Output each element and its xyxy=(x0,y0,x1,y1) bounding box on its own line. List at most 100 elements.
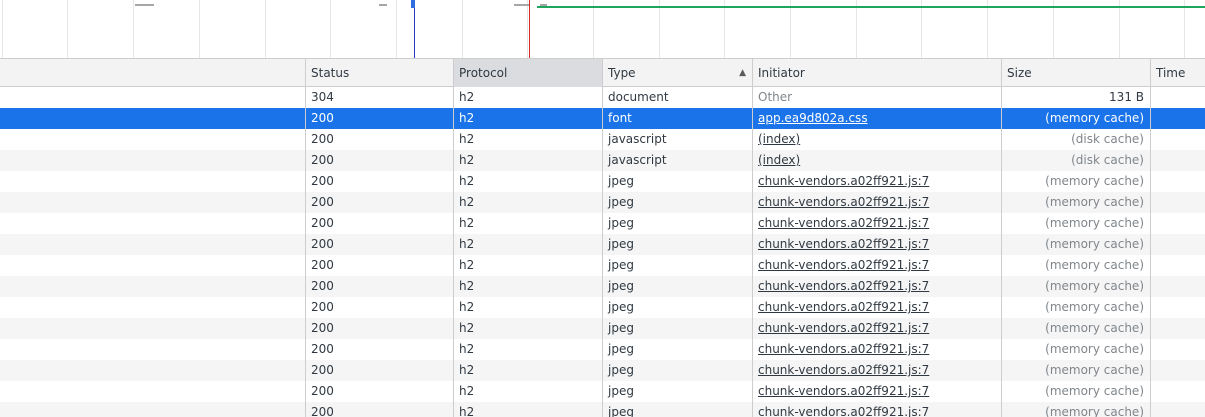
cell-initiator: (index) xyxy=(753,129,1001,150)
cell-size: (memory cache) xyxy=(1045,342,1144,356)
cell-type: jpeg xyxy=(608,216,634,230)
initiator-link[interactable]: chunk-vendors.a02ff921.js:7 xyxy=(758,237,929,251)
initiator-link[interactable]: chunk-vendors.a02ff921.js:7 xyxy=(758,405,929,417)
cell-type: font xyxy=(608,111,632,125)
cell-name xyxy=(0,87,305,108)
cell-size: (memory cache) xyxy=(1045,321,1144,335)
cell-name xyxy=(0,276,305,297)
cell-size: 131 B xyxy=(1109,90,1144,104)
initiator-link[interactable]: (index) xyxy=(758,132,800,146)
cell-time xyxy=(1151,297,1205,318)
cell-type: javascript xyxy=(608,153,667,167)
cell-initiator: chunk-vendors.a02ff921.js:7 xyxy=(753,213,1001,234)
cell-initiator: chunk-vendors.a02ff921.js:7 xyxy=(753,318,1001,339)
request-bar xyxy=(537,6,1205,8)
initiator-link[interactable]: chunk-vendors.a02ff921.js:7 xyxy=(758,258,929,272)
cell-name xyxy=(0,234,305,255)
cell-type: jpeg xyxy=(608,195,634,209)
dom-content-loaded-marker xyxy=(414,0,415,58)
cell-name xyxy=(0,213,305,234)
cell-name xyxy=(0,297,305,318)
cell-protocol: h2 xyxy=(459,90,475,104)
cell-size: (memory cache) xyxy=(1045,405,1144,417)
cell-status: 200 xyxy=(311,405,334,417)
cell-size: (memory cache) xyxy=(1045,258,1144,272)
cell-protocol: h2 xyxy=(459,321,475,335)
column-header-time[interactable]: Time xyxy=(1151,59,1205,87)
cell-size: (disk cache) xyxy=(1071,153,1144,167)
sort-ascending-icon: ▲ xyxy=(739,68,746,78)
request-bar xyxy=(411,0,415,8)
initiator-link[interactable]: chunk-vendors.a02ff921.js:7 xyxy=(758,279,929,293)
cell-status: 200 xyxy=(311,132,334,146)
cell-size: (memory cache) xyxy=(1045,216,1144,230)
cell-name xyxy=(0,192,305,213)
cell-size: (disk cache) xyxy=(1071,132,1144,146)
initiator-link[interactable]: chunk-vendors.a02ff921.js:7 xyxy=(758,216,929,230)
cell-size: (memory cache) xyxy=(1045,384,1144,398)
cell-status: 200 xyxy=(311,111,334,125)
cell-protocol: h2 xyxy=(459,132,475,146)
cell-type: jpeg xyxy=(608,405,634,417)
cell-type: jpeg xyxy=(608,174,634,188)
cell-time xyxy=(1151,276,1205,297)
cell-time xyxy=(1151,129,1205,150)
cell-time xyxy=(1151,402,1205,417)
column-header-initiator[interactable]: Initiator xyxy=(753,59,1002,87)
cell-type: document xyxy=(608,90,669,104)
cell-status: 200 xyxy=(311,300,334,314)
cell-time xyxy=(1151,150,1205,171)
initiator-link[interactable]: (index) xyxy=(758,153,800,167)
cell-status: 200 xyxy=(311,237,334,251)
cell-status: 304 xyxy=(311,90,334,104)
cell-size: (memory cache) xyxy=(1045,279,1144,293)
cell-protocol: h2 xyxy=(459,342,475,356)
cell-status: 200 xyxy=(311,363,334,377)
initiator-link[interactable]: chunk-vendors.a02ff921.js:7 xyxy=(758,300,929,314)
cell-name xyxy=(0,108,305,129)
cell-initiator: app.ea9d802a.css xyxy=(753,108,1001,129)
initiator-link[interactable]: app.ea9d802a.css xyxy=(758,111,868,125)
cell-initiator: chunk-vendors.a02ff921.js:7 xyxy=(753,234,1001,255)
column-header-size[interactable]: Size xyxy=(1002,59,1151,87)
cell-protocol: h2 xyxy=(459,195,475,209)
cell-status: 200 xyxy=(311,258,334,272)
cell-initiator: chunk-vendors.a02ff921.js:7 xyxy=(753,381,1001,402)
cell-status: 200 xyxy=(311,342,334,356)
initiator-link[interactable]: chunk-vendors.a02ff921.js:7 xyxy=(758,342,929,356)
column-header-type[interactable]: Type ▲ xyxy=(603,59,753,87)
cell-time xyxy=(1151,234,1205,255)
cell-type: jpeg xyxy=(608,258,634,272)
cell-time xyxy=(1151,108,1205,129)
column-header-type-label: Type xyxy=(608,66,636,80)
cell-initiator: chunk-vendors.a02ff921.js:7 xyxy=(753,339,1001,360)
initiator-text: Other xyxy=(758,90,793,104)
cell-initiator: Other xyxy=(753,87,1001,108)
load-event-marker xyxy=(529,0,530,58)
cell-status: 200 xyxy=(311,153,334,167)
cell-protocol: h2 xyxy=(459,174,475,188)
column-header-name[interactable] xyxy=(0,59,306,87)
initiator-link[interactable]: chunk-vendors.a02ff921.js:7 xyxy=(758,384,929,398)
cell-initiator: chunk-vendors.a02ff921.js:7 xyxy=(753,171,1001,192)
cell-name xyxy=(0,360,305,381)
cell-type: jpeg xyxy=(608,363,634,377)
cell-protocol: h2 xyxy=(459,153,475,167)
initiator-link[interactable]: chunk-vendors.a02ff921.js:7 xyxy=(758,195,929,209)
cell-time xyxy=(1151,381,1205,402)
network-overview-timeline[interactable] xyxy=(0,0,1205,59)
cell-name xyxy=(0,129,305,150)
cell-type: jpeg xyxy=(608,237,634,251)
cell-status: 200 xyxy=(311,321,334,335)
initiator-link[interactable]: chunk-vendors.a02ff921.js:7 xyxy=(758,363,929,377)
initiator-link[interactable]: chunk-vendors.a02ff921.js:7 xyxy=(758,321,929,335)
cell-size: (memory cache) xyxy=(1045,111,1144,125)
cell-type: jpeg xyxy=(608,300,634,314)
cell-size: (memory cache) xyxy=(1045,174,1144,188)
initiator-link[interactable]: chunk-vendors.a02ff921.js:7 xyxy=(758,174,929,188)
cell-initiator: chunk-vendors.a02ff921.js:7 xyxy=(753,297,1001,318)
column-header-status[interactable]: Status xyxy=(306,59,454,87)
column-header-protocol[interactable]: Protocol xyxy=(454,59,603,87)
cell-protocol: h2 xyxy=(459,237,475,251)
cell-name xyxy=(0,339,305,360)
